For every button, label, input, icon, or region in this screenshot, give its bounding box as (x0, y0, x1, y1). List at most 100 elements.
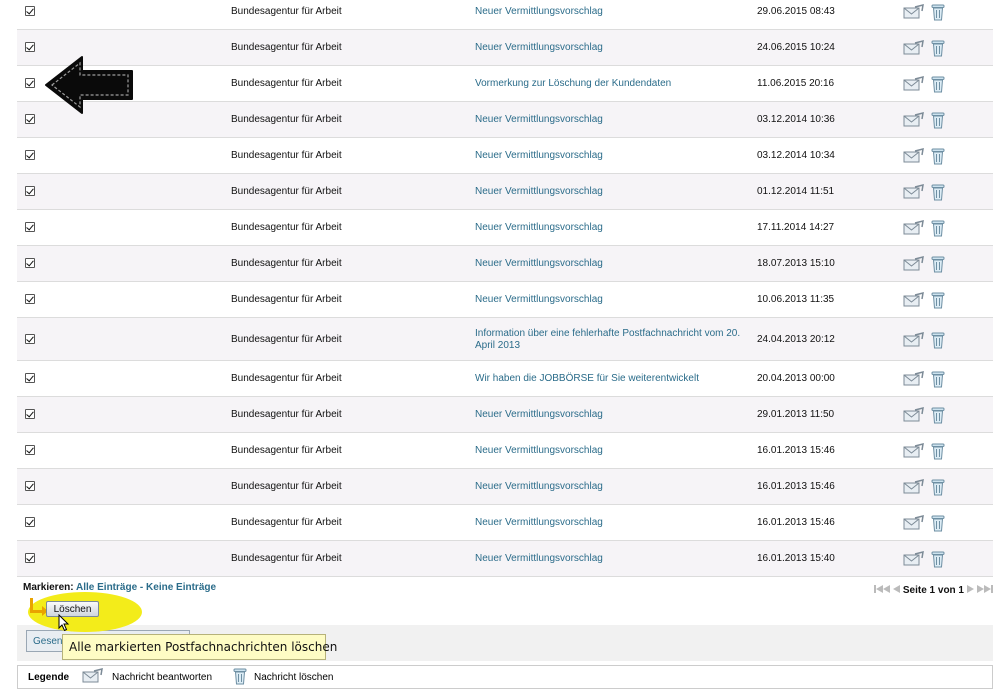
mark-label: Markieren: (23, 582, 74, 593)
trash-icon[interactable] (931, 478, 945, 496)
message-date: 16.01.2013 15:46 (757, 445, 835, 456)
envelope-reply-icon[interactable] (903, 370, 925, 387)
table-row: Bundesagentur für Arbeit Neuer Vermittlun… (17, 30, 993, 66)
first-page-icon[interactable] (873, 584, 890, 596)
message-subject-link[interactable]: Information über eine fehlerhafte Postfa… (475, 328, 745, 352)
envelope-reply-icon[interactable] (903, 478, 925, 495)
message-subject-link[interactable]: Neuer Vermittlungsvorschlag (475, 150, 745, 162)
envelope-reply-icon[interactable] (903, 550, 925, 567)
message-date: 17.11.2014 14:27 (757, 222, 835, 233)
envelope-reply-icon[interactable] (903, 442, 925, 459)
message-subject-link[interactable]: Neuer Vermittlungsvorschlag (475, 186, 745, 198)
table-row: Bundesagentur für Arbeit Vormerkung zur L… (17, 66, 993, 102)
envelope-reply-icon[interactable] (903, 406, 925, 423)
message-subject-link[interactable]: Neuer Vermittlungsvorschlag (475, 517, 745, 529)
trash-icon[interactable] (931, 331, 945, 349)
last-page-icon[interactable] (977, 584, 993, 596)
row-checkbox[interactable] (25, 78, 35, 88)
message-sender: Bundesagentur für Arbeit (231, 6, 342, 17)
message-subject-link[interactable]: Neuer Vermittlungsvorschlag (475, 553, 745, 565)
message-sender: Bundesagentur für Arbeit (231, 553, 342, 564)
table-row: Bundesagentur für Arbeit Neuer Vermittlun… (17, 138, 993, 174)
trash-icon[interactable] (931, 370, 945, 388)
envelope-reply-icon[interactable] (903, 331, 925, 348)
message-subject-link[interactable]: Neuer Vermittlungsvorschlag (475, 6, 745, 18)
message-subject-link[interactable]: Wir haben die JOBBÖRSE für Sie weiterent… (475, 373, 745, 385)
trash-icon[interactable] (931, 75, 945, 93)
row-checkbox[interactable] (25, 222, 35, 232)
envelope-reply-icon[interactable] (903, 3, 925, 20)
trash-icon[interactable] (931, 219, 945, 237)
trash-icon[interactable] (931, 3, 945, 21)
envelope-reply-icon[interactable] (903, 514, 925, 531)
row-checkbox[interactable] (25, 333, 35, 344)
trash-icon[interactable] (931, 442, 945, 460)
prev-page-icon[interactable] (892, 584, 900, 596)
message-subject-link[interactable]: Neuer Vermittlungsvorschlag (475, 114, 745, 126)
mark-none-link[interactable]: Keine Einträge (146, 582, 216, 593)
trash-icon[interactable] (931, 147, 945, 165)
message-date: 16.01.2013 15:40 (757, 553, 835, 564)
table-footer: Markieren: Alle Einträge - Keine Einträg… (17, 577, 993, 625)
message-date: 18.07.2013 15:10 (757, 258, 835, 269)
delete-tooltip: Alle markierten Postfachnachrichten lösc… (62, 634, 337, 660)
message-subject-link[interactable]: Neuer Vermittlungsvorschlag (475, 481, 745, 493)
message-sender: Bundesagentur für Arbeit (231, 186, 342, 197)
row-checkbox[interactable] (25, 186, 35, 196)
row-checkbox[interactable] (25, 409, 35, 419)
table-row: Bundesagentur für Arbeit Neuer Vermittlun… (17, 541, 993, 577)
row-checkbox[interactable] (25, 114, 35, 124)
envelope-reply-icon[interactable] (903, 183, 925, 200)
row-checkbox[interactable] (25, 373, 35, 383)
message-date: 16.01.2013 15:46 (757, 481, 835, 492)
row-checkbox[interactable] (25, 481, 35, 491)
trash-icon[interactable] (931, 255, 945, 273)
trash-icon[interactable] (931, 183, 945, 201)
delete-button[interactable]: Löschen (46, 601, 99, 617)
trash-icon[interactable] (931, 550, 945, 568)
row-checkbox[interactable] (25, 150, 35, 160)
legend-title: Legende (28, 672, 70, 683)
legend-delete-label: Nachricht löschen (254, 672, 334, 683)
next-page-icon[interactable] (967, 584, 974, 596)
envelope-reply-icon[interactable] (903, 75, 925, 92)
envelope-reply-icon[interactable] (903, 147, 925, 164)
row-checkbox[interactable] (25, 258, 35, 268)
trash-icon[interactable] (931, 39, 945, 57)
envelope-reply-icon (82, 668, 103, 683)
trash-icon (233, 668, 247, 685)
envelope-reply-icon[interactable] (903, 39, 925, 56)
message-subject-link[interactable]: Vormerkung zur Löschung der Kundendaten (475, 78, 745, 90)
message-date: 24.04.2013 20:12 (757, 333, 835, 345)
row-checkbox[interactable] (25, 42, 35, 52)
trash-icon[interactable] (931, 514, 945, 532)
envelope-reply-icon[interactable] (903, 219, 925, 236)
message-sender: Bundesagentur für Arbeit (231, 481, 342, 492)
message-date: 29.01.2013 11:50 (757, 409, 835, 420)
message-subject-link[interactable]: Neuer Vermittlungsvorschlag (475, 42, 745, 54)
row-checkbox[interactable] (25, 517, 35, 527)
table-row: Bundesagentur für Arbeit Neuer Vermittlun… (17, 397, 993, 433)
row-checkbox[interactable] (25, 6, 35, 16)
table-row: Bundesagentur für Arbeit Neuer Vermittlun… (17, 174, 993, 210)
mouse-pointer-icon (58, 614, 70, 632)
message-sender: Bundesagentur für Arbeit (231, 150, 342, 161)
row-checkbox[interactable] (25, 445, 35, 455)
trash-icon[interactable] (931, 291, 945, 309)
envelope-reply-icon[interactable] (903, 291, 925, 308)
message-subject-link[interactable]: Neuer Vermittlungsvorschlag (475, 409, 745, 421)
trash-icon[interactable] (931, 406, 945, 424)
message-subject-link[interactable]: Neuer Vermittlungsvorschlag (475, 294, 745, 306)
row-checkbox[interactable] (25, 294, 35, 304)
legend: Legende Nachricht beantworten Nachricht … (17, 665, 993, 689)
message-date: 10.06.2013 11:35 (757, 294, 835, 305)
trash-icon[interactable] (931, 111, 945, 129)
message-subject-link[interactable]: Neuer Vermittlungsvorschlag (475, 258, 745, 270)
message-date: 16.01.2013 15:46 (757, 517, 835, 528)
message-date: 03.12.2014 10:36 (757, 114, 835, 125)
message-subject-link[interactable]: Neuer Vermittlungsvorschlag (475, 445, 745, 457)
row-checkbox[interactable] (25, 553, 35, 563)
envelope-reply-icon[interactable] (903, 111, 925, 128)
message-subject-link[interactable]: Neuer Vermittlungsvorschlag (475, 222, 745, 234)
envelope-reply-icon[interactable] (903, 255, 925, 272)
